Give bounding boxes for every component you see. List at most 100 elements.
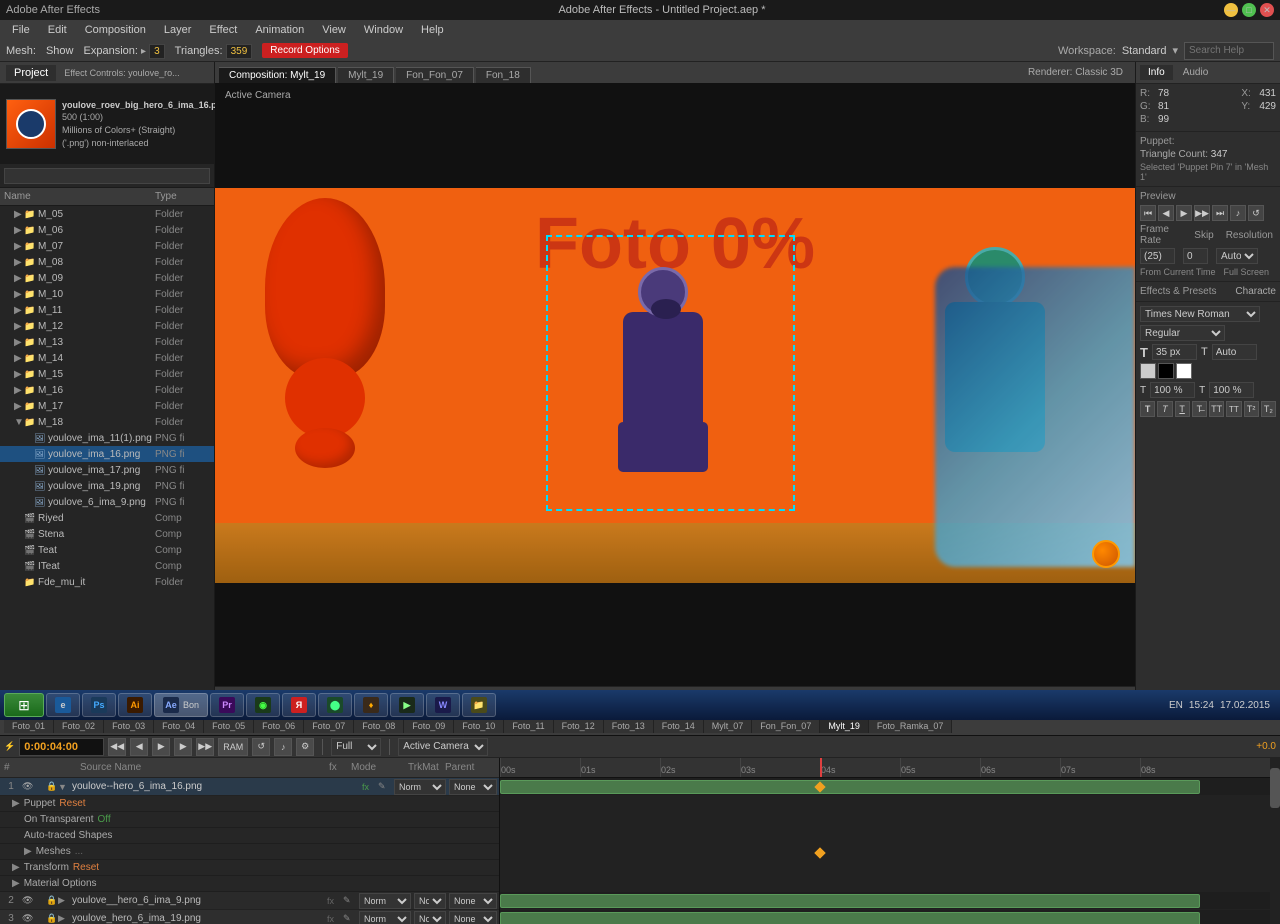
menu-layer[interactable]: Layer [156, 22, 200, 38]
minimize-button[interactable]: — [1224, 3, 1238, 17]
track-scrollbar[interactable] [1270, 758, 1280, 924]
project-item-11[interactable]: ▶📁M_16Folder [0, 382, 214, 398]
viewer-tab-0[interactable]: Composition: Mylt_19 [219, 67, 336, 83]
lr-2-pencil[interactable]: ✎ [343, 895, 359, 906]
workspace-arrow[interactable]: ▾ [1172, 44, 1178, 57]
project-item-8[interactable]: ▶📁M_13Folder [0, 334, 214, 350]
project-item-17[interactable]: 🖼youlove_ima_19.pngPNG fi [0, 478, 214, 494]
lr-1-parent[interactable]: None [449, 779, 499, 795]
super-btn[interactable]: T² [1244, 401, 1259, 417]
full-screen-label[interactable]: Full Screen [1224, 267, 1270, 277]
lr-3-pencil[interactable]: ✎ [343, 913, 359, 924]
stroke-color[interactable] [1158, 363, 1174, 379]
prev-fwd[interactable]: ▶▶ [1194, 205, 1210, 221]
menu-composition[interactable]: Composition [77, 22, 154, 38]
taskbar-ie[interactable]: e [46, 693, 80, 717]
underline-btn[interactable]: T [1175, 401, 1190, 417]
taskbar-app11[interactable]: W [426, 693, 460, 717]
record-options-button[interactable]: Record Options [262, 43, 347, 58]
tl-ram-preview[interactable]: RAM [218, 738, 248, 756]
project-item-13[interactable]: ▼📁M_18Folder [0, 414, 214, 430]
lr-1-collapse[interactable]: ▼ [58, 782, 70, 792]
project-item-12[interactable]: ▶📁M_17Folder [0, 398, 214, 414]
taskbar-ya[interactable]: Я [282, 693, 316, 717]
viewer-tab-3[interactable]: Fon_18 [476, 67, 531, 83]
menu-window[interactable]: Window [356, 22, 411, 38]
tl-tab-10[interactable]: Foto_11 [504, 719, 553, 733]
viewer-tab-2[interactable]: Fon_Fon_07 [396, 67, 474, 83]
tl-loop[interactable]: ↺ [252, 738, 270, 756]
taskbar-ae[interactable]: Ae Bon [154, 693, 208, 717]
tl-tab-17[interactable]: Foto_Ramka_07 [869, 719, 953, 733]
menu-animation[interactable]: Animation [247, 22, 312, 38]
prev-audio[interactable]: ♪ [1230, 205, 1246, 221]
taskbar-ai[interactable]: Ai [118, 693, 152, 717]
menu-effect[interactable]: Effect [201, 22, 245, 38]
tl-tab-16[interactable]: Mylt_19 [820, 719, 869, 733]
expansion-value[interactable]: 3 [149, 44, 165, 59]
tab-info[interactable]: Info [1140, 65, 1173, 80]
lr-3-vis[interactable]: 👁 [22, 913, 34, 924]
menu-file[interactable]: File [4, 22, 38, 38]
viewer-area[interactable]: Active Camera Foto 0% [215, 84, 1135, 686]
tl-tab-0[interactable]: Foto_01 [4, 719, 54, 733]
search-help-input[interactable] [1184, 42, 1274, 60]
menu-edit[interactable]: Edit [40, 22, 75, 38]
start-button[interactable]: ⊞ [4, 693, 44, 717]
tl-prev-frame[interactable]: ◀ [130, 738, 148, 756]
layer-row-3[interactable]: 3 👁 🔒 ▶ youlove_hero_6_ima_19.png fx ✎ N… [0, 910, 499, 924]
taskbar-explorer[interactable]: 📁 [462, 693, 496, 717]
prev-back[interactable]: ◀ [1158, 205, 1174, 221]
tl-zoom-select[interactable]: Full [331, 738, 381, 756]
font-family-select[interactable]: Times New Roman [1140, 306, 1260, 322]
font-style-select[interactable]: Regular [1140, 325, 1225, 341]
from-current-time[interactable]: From Current Time [1140, 267, 1216, 277]
tl-camera-select[interactable]: Active Camera [398, 738, 488, 756]
smallcaps-btn[interactable]: TT [1226, 401, 1241, 417]
project-item-21[interactable]: 🎬TeatComp [0, 542, 214, 558]
tl-tab-3[interactable]: Foto_04 [154, 719, 204, 733]
fps-input[interactable] [1140, 248, 1175, 264]
taskbar-app8[interactable]: ⬤ [318, 693, 352, 717]
tl-audio[interactable]: ♪ [274, 738, 292, 756]
timeline-time-input[interactable] [19, 738, 104, 756]
tl-tab-1[interactable]: Foto_02 [54, 719, 104, 733]
lr-3-mode[interactable]: Norm [359, 911, 414, 924]
prev-loop[interactable]: ↺ [1248, 205, 1264, 221]
kf-expand-4b[interactable] [814, 847, 825, 858]
lr-2-fx[interactable]: fx [327, 896, 343, 906]
lr-1-fx[interactable]: fx [362, 782, 378, 792]
taskbar-app6[interactable]: ◉ [246, 693, 280, 717]
layer-row-1[interactable]: 1 👁 🔒 ▼ youlove--hero_6_ima_16.png fx ✎ … [0, 778, 499, 796]
font-size-input[interactable] [1152, 344, 1197, 360]
er-material-arrow[interactable]: ▶ [12, 878, 20, 889]
tl-play[interactable]: ▶ [152, 738, 170, 756]
italic-btn[interactable]: T [1157, 401, 1172, 417]
tl-tab-9[interactable]: Foto_10 [454, 719, 504, 733]
tl-tab-12[interactable]: Foto_13 [604, 719, 654, 733]
project-item-16[interactable]: 🖼youlove_ima_17.pngPNG fi [0, 462, 214, 478]
tl-tab-13[interactable]: Foto_14 [654, 719, 704, 733]
tl-tab-11[interactable]: Foto_12 [554, 719, 604, 733]
lr-2-parent[interactable]: None [449, 893, 499, 909]
menu-help[interactable]: Help [413, 22, 452, 38]
leading-input[interactable] [1212, 344, 1257, 360]
er-puppet-arrow[interactable]: ▶ [12, 798, 20, 809]
tl-tab-6[interactable]: Foto_07 [304, 719, 354, 733]
triangles-value[interactable]: 359 [226, 44, 253, 59]
project-item-23[interactable]: 📁Fde_mu_itFolder [0, 574, 214, 590]
project-item-20[interactable]: 🎬StenaComp [0, 526, 214, 542]
lr-1-pencil[interactable]: ✎ [378, 781, 394, 792]
lr-1-mode[interactable]: Norm [394, 779, 449, 795]
project-item-9[interactable]: ▶📁M_14Folder [0, 350, 214, 366]
tab-project[interactable]: Project [6, 65, 56, 81]
tl-prev-kf[interactable]: ◀◀ [108, 738, 126, 756]
project-item-7[interactable]: ▶📁M_12Folder [0, 318, 214, 334]
tl-tab-8[interactable]: Foto_09 [404, 719, 454, 733]
taskbar-app9[interactable]: ♦ [354, 693, 388, 717]
taskbar-ps[interactable]: Ps [82, 693, 116, 717]
project-item-19[interactable]: 🎬RiyedComp [0, 510, 214, 526]
lr-2-vis[interactable]: 👁 [22, 895, 34, 906]
project-item-10[interactable]: ▶📁M_15Folder [0, 366, 214, 382]
scale-input[interactable] [1209, 382, 1254, 398]
